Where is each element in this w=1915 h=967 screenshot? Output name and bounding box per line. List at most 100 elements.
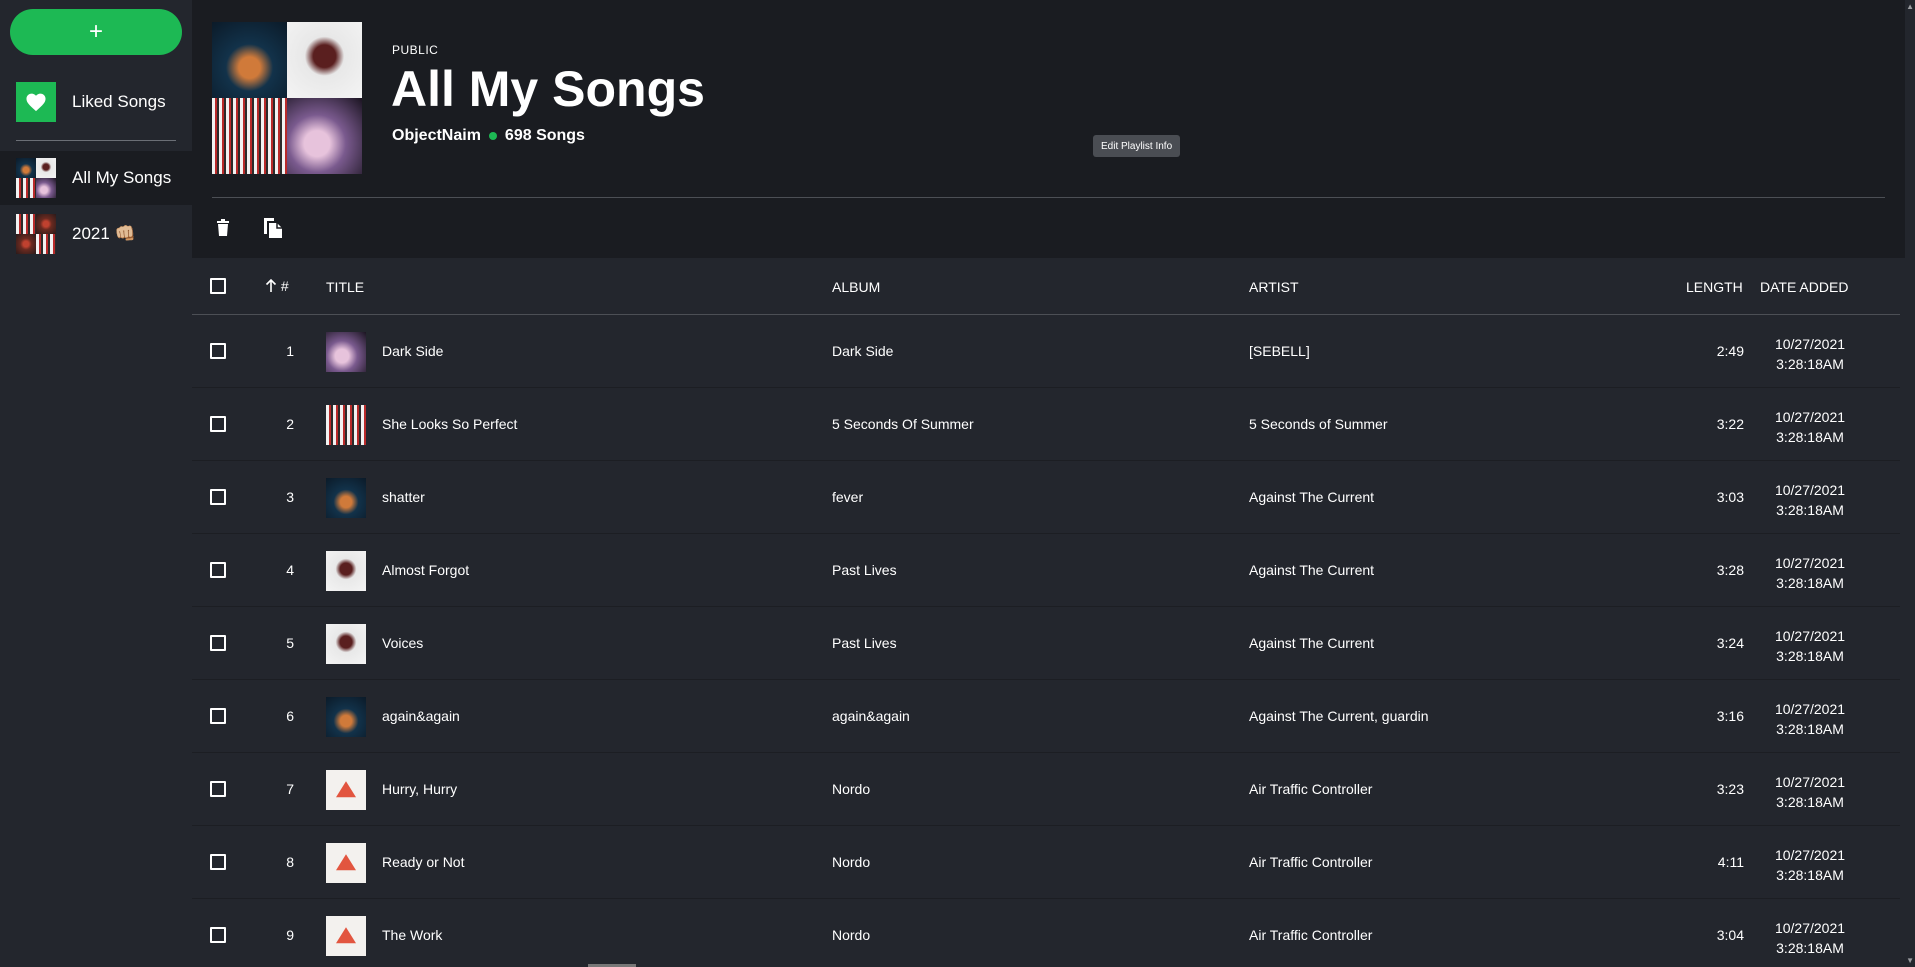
- track-length: 2:49: [1716, 343, 1744, 359]
- table-header: # TITLE ALBUM ARTIST LENGTH DATE ADDED: [192, 258, 1900, 315]
- main-content: PUBLIC All My Songs ObjectNaim 698 Songs…: [192, 0, 1905, 967]
- sort-by-number[interactable]: #: [265, 278, 289, 294]
- scroll-down-arrow-icon[interactable]: ▼: [1906, 956, 1914, 965]
- add-playlist-button[interactable]: +: [10, 9, 182, 55]
- track-album[interactable]: 5 Seconds Of Summer: [832, 416, 974, 432]
- track-title: The Work: [382, 927, 443, 943]
- row-checkbox[interactable]: [210, 854, 226, 870]
- track-album[interactable]: Nordo: [832, 781, 870, 797]
- table-row[interactable]: 6 again&again again&again Against The Cu…: [192, 680, 1900, 753]
- track-album[interactable]: Nordo: [832, 927, 870, 943]
- column-header-number: #: [280, 278, 289, 294]
- track-number: 4: [286, 562, 294, 578]
- track-title: Dark Side: [382, 343, 444, 359]
- sort-arrow-up-icon: [265, 278, 281, 294]
- track-album[interactable]: Nordo: [832, 854, 870, 870]
- trash-icon[interactable]: [212, 216, 234, 240]
- track-artist[interactable]: 5 Seconds of Summer: [1249, 416, 1388, 432]
- edit-playlist-info-button[interactable]: Edit Playlist Info: [1093, 135, 1181, 157]
- sidebar-item-liked-songs[interactable]: Liked Songs: [0, 80, 192, 124]
- album-art: [326, 843, 366, 883]
- owner-name[interactable]: ObjectNaim: [392, 127, 481, 145]
- table-row[interactable]: 7 Hurry, Hurry Nordo Air Traffic Control…: [192, 753, 1900, 826]
- heart-icon: [16, 82, 56, 122]
- track-artist[interactable]: Air Traffic Controller: [1249, 854, 1372, 870]
- track-artist[interactable]: Air Traffic Controller: [1249, 781, 1372, 797]
- track-artist[interactable]: Against The Current, guardin: [1249, 708, 1429, 724]
- date-added-time: 3:28:18AM: [1776, 867, 1844, 883]
- copy-icon[interactable]: [262, 216, 284, 240]
- track-length: 3:04: [1716, 927, 1744, 943]
- row-checkbox[interactable]: [210, 562, 226, 578]
- track-date-added: 10/27/2021 3:28:18AM: [1765, 918, 1855, 958]
- date-added-date: 10/27/2021: [1774, 701, 1846, 717]
- sidebar-divider: [16, 140, 176, 141]
- track-artist[interactable]: Air Traffic Controller: [1249, 927, 1372, 943]
- track-album[interactable]: Dark Side: [832, 343, 893, 359]
- column-header-title[interactable]: TITLE: [326, 279, 364, 295]
- date-added-date: 10/27/2021: [1774, 847, 1846, 863]
- sidebar-item-all-my-songs[interactable]: All My Songs: [0, 151, 192, 205]
- track-length: 4:11: [1717, 854, 1744, 870]
- track-number: 5: [286, 635, 294, 651]
- column-header-artist[interactable]: ARTIST: [1249, 279, 1299, 295]
- date-added-date: 10/27/2021: [1774, 409, 1846, 425]
- track-title: Ready or Not: [382, 854, 465, 870]
- track-length: 3:03: [1716, 489, 1744, 505]
- date-added-time: 3:28:18AM: [1776, 721, 1844, 737]
- sidebar-item-2021[interactable]: 2021 👊🏼: [0, 207, 192, 261]
- track-album[interactable]: fever: [832, 489, 863, 505]
- playlist-cover: [212, 22, 362, 174]
- scroll-up-arrow-icon[interactable]: ▲: [1906, 2, 1914, 11]
- track-length: 3:28: [1716, 562, 1744, 578]
- track-date-added: 10/27/2021 3:28:18AM: [1765, 772, 1855, 812]
- separator-dot-icon: [488, 132, 497, 140]
- table-row[interactable]: 2 She Looks So Perfect 5 Seconds Of Summ…: [192, 388, 1900, 461]
- track-album[interactable]: Past Lives: [832, 562, 897, 578]
- track-album[interactable]: again&again: [832, 708, 910, 724]
- table-row[interactable]: 1 Dark Side Dark Side [SEBELL] 2:49 10/2…: [192, 315, 1900, 388]
- track-number: 6: [286, 708, 294, 724]
- track-date-added: 10/27/2021 3:28:18AM: [1765, 626, 1855, 666]
- song-count: 698 Songs: [504, 127, 585, 144]
- column-header-album[interactable]: ALBUM: [832, 279, 880, 295]
- track-artist[interactable]: Against The Current: [1249, 489, 1374, 505]
- table-row[interactable]: 5 Voices Past Lives Against The Current …: [192, 607, 1900, 680]
- track-artist[interactable]: Against The Current: [1249, 635, 1374, 651]
- row-checkbox[interactable]: [210, 343, 226, 359]
- row-checkbox[interactable]: [210, 416, 226, 432]
- app-window: + Liked Songs All My Songs 2021 👊🏼 PUBLI…: [0, 0, 1915, 967]
- album-art: [326, 332, 366, 372]
- row-checkbox[interactable]: [210, 489, 226, 505]
- visibility-label: PUBLIC: [392, 43, 439, 57]
- album-art: [326, 624, 366, 664]
- track-artist[interactable]: [SEBELL]: [1249, 343, 1310, 359]
- track-title: Hurry, Hurry: [382, 781, 458, 797]
- page-title: All My Songs: [391, 61, 705, 117]
- album-art: [326, 551, 366, 591]
- album-art: [326, 770, 366, 810]
- track-album[interactable]: Past Lives: [832, 635, 897, 651]
- track-artist[interactable]: Against The Current: [1249, 562, 1374, 578]
- select-all-checkbox[interactable]: [210, 278, 226, 294]
- track-number: 9: [286, 927, 294, 943]
- table-row[interactable]: 8 Ready or Not Nordo Air Traffic Control…: [192, 826, 1900, 899]
- table-row[interactable]: 4 Almost Forgot Past Lives Against The C…: [192, 534, 1900, 607]
- header-divider: [212, 197, 1885, 198]
- track-date-added: 10/27/2021 3:28:18AM: [1765, 407, 1855, 447]
- column-header-length[interactable]: LENGTH: [1686, 279, 1743, 295]
- date-added-date: 10/27/2021: [1774, 920, 1846, 936]
- row-checkbox[interactable]: [210, 927, 226, 943]
- date-added-time: 3:28:18AM: [1776, 429, 1844, 445]
- table-row[interactable]: 9 The Work Nordo Air Traffic Controller …: [192, 899, 1900, 967]
- vertical-scrollbar[interactable]: ▲ ▼: [1905, 0, 1915, 967]
- column-header-date-added[interactable]: DATE ADDED: [1760, 279, 1848, 295]
- track-title: Voices: [382, 635, 424, 651]
- row-checkbox[interactable]: [210, 708, 226, 724]
- row-checkbox[interactable]: [210, 635, 226, 651]
- album-art: [326, 916, 366, 956]
- sidebar-item-label: All My Songs: [72, 168, 172, 187]
- playlist-meta: ObjectNaim 698 Songs: [392, 127, 585, 145]
- table-row[interactable]: 3 shatter fever Against The Current 3:03…: [192, 461, 1900, 534]
- row-checkbox[interactable]: [210, 781, 226, 797]
